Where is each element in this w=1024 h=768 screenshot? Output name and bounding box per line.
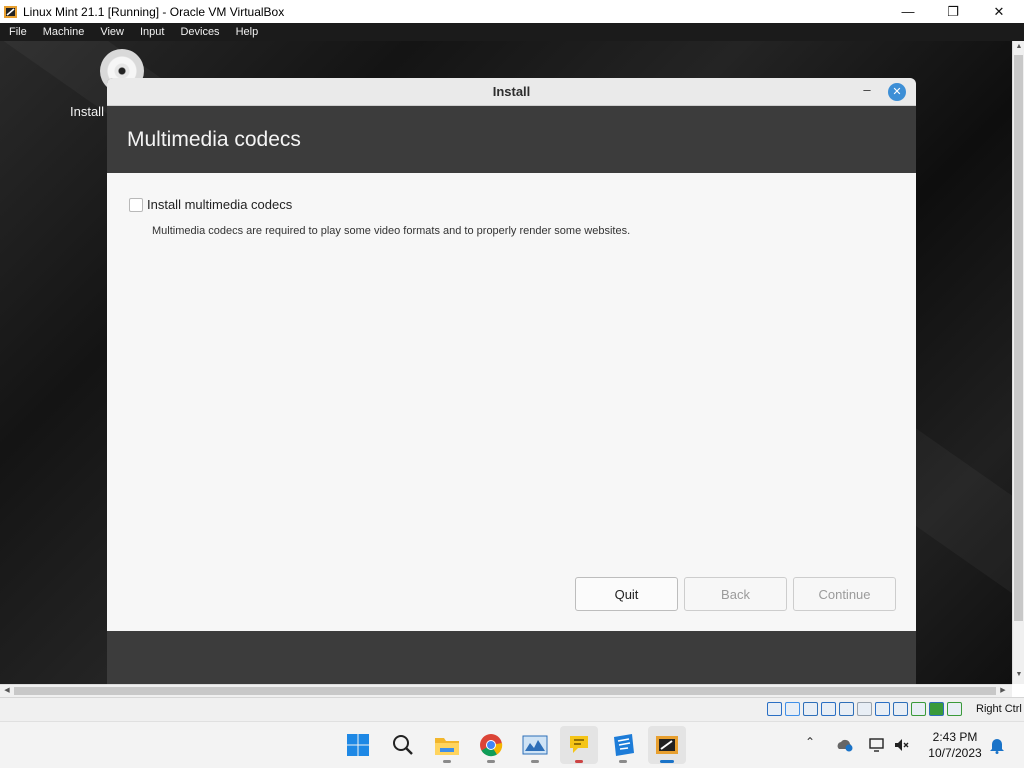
running-indicator [487, 760, 495, 763]
menu-devices[interactable]: Devices [171, 26, 226, 38]
installer-titlebar: Install – ✕ [107, 78, 916, 106]
start-button[interactable] [339, 726, 377, 764]
file-explorer-icon [435, 738, 459, 755]
virtualization-icon[interactable] [911, 702, 926, 716]
virtualbox-manager-button[interactable] [604, 726, 642, 764]
virtualbox-app-icon [3, 4, 19, 20]
status-icons [767, 702, 965, 716]
usb-icon[interactable] [839, 702, 854, 716]
active-indicator [660, 760, 674, 763]
search-icon [393, 735, 413, 755]
cpu-icon[interactable] [929, 702, 944, 716]
host-window-title: Linux Mint 21.1 [Running] - Oracle VM Vi… [23, 4, 285, 19]
audio-icon[interactable] [803, 702, 818, 716]
guest-desktop: Install Linux Mint Install – ✕ Multimedi… [0, 41, 1012, 684]
quit-button[interactable]: Quit [575, 577, 678, 611]
page-title: Multimedia codecs [127, 127, 301, 151]
horizontal-scrollbar[interactable]: ◀ ▶ [0, 684, 1012, 697]
vbox-statusbar: Right Ctrl [0, 697, 1024, 721]
desktop-icon-label: Install Linux Mint [70, 104, 110, 119]
installer-minimize-button[interactable]: – [858, 82, 876, 100]
continue-button[interactable]: Continue [793, 577, 896, 611]
volume-muted-icon[interactable] [893, 737, 909, 753]
menu-view[interactable]: View [91, 26, 131, 38]
host-minimize-button[interactable]: — [885, 0, 931, 23]
scroll-left-icon[interactable]: ◀ [2, 686, 12, 694]
vertical-scroll-thumb[interactable] [1014, 55, 1023, 621]
running-indicator [443, 760, 451, 763]
hard-disk-icon[interactable] [767, 702, 782, 716]
installer-close-button[interactable]: ✕ [888, 83, 906, 101]
installer-content: Install multimedia codecs Multimedia cod… [107, 173, 916, 631]
menu-help[interactable]: Help [227, 26, 266, 38]
menu-file[interactable]: File [0, 26, 34, 38]
taskbar: ⌃ 2:43 PM 10/7/2023 [0, 721, 1024, 768]
running-indicator [531, 760, 539, 763]
host-close-button[interactable]: ✕ [976, 0, 1022, 23]
start-icon [347, 734, 369, 756]
mouse-integration-icon[interactable] [947, 702, 962, 716]
photos-button[interactable] [516, 726, 554, 764]
display-icon[interactable] [875, 702, 890, 716]
virtualbox-manager-icon [614, 734, 634, 756]
installer-window: Install – ✕ Multimedia codecs Install mu… [107, 78, 916, 684]
chrome-icon [480, 734, 503, 757]
installer-page-header: Multimedia codecs [107, 106, 916, 173]
scroll-up-icon[interactable]: ▲ [1014, 43, 1024, 50]
host-window-titlebar: Linux Mint 21.1 [Running] - Oracle VM Vi… [0, 0, 1024, 23]
clock-time: 2:43 PM [932, 730, 978, 744]
network-icon[interactable] [868, 737, 884, 753]
taskbar-search-button[interactable] [384, 726, 422, 764]
optical-drive-icon[interactable] [785, 702, 800, 716]
host-key-label: Right Ctrl [976, 703, 1022, 715]
system-clock[interactable]: 2:43 PM 10/7/2023 [920, 729, 990, 761]
vbox-menubar: File Machine View Input Devices Help [0, 23, 1024, 41]
scroll-down-icon[interactable]: ▼ [1014, 671, 1024, 678]
codecs-description: Multimedia codecs are required to play s… [152, 225, 631, 237]
network-icon[interactable] [821, 702, 836, 716]
host-maximize-button[interactable]: ❐ [930, 0, 976, 23]
vertical-scrollbar[interactable]: ▲ ▼ [1012, 41, 1024, 684]
codecs-option[interactable]: Install multimedia codecs [129, 197, 292, 212]
codecs-checkbox-label[interactable]: Install multimedia codecs [147, 197, 292, 212]
virtualbox-vm-button[interactable] [648, 726, 686, 764]
shared-folders-icon[interactable] [857, 702, 872, 716]
horizontal-scroll-thumb[interactable] [14, 687, 996, 695]
back-button[interactable]: Back [684, 577, 787, 611]
notification-bell-icon[interactable] [989, 736, 1005, 754]
codecs-checkbox[interactable] [129, 197, 143, 212]
menu-machine[interactable]: Machine [34, 26, 92, 38]
file-explorer-button[interactable] [428, 726, 466, 764]
installer-window-title: Install [492, 84, 531, 99]
tray-overflow-icon[interactable]: ⌃ [805, 735, 815, 749]
feedback-button[interactable] [560, 726, 598, 764]
onedrive-icon[interactable] [836, 737, 853, 753]
scroll-right-icon[interactable]: ▶ [998, 686, 1008, 694]
menu-input[interactable]: Input [131, 26, 171, 38]
virtualbox-vm-icon [656, 736, 678, 754]
photos-icon [522, 735, 548, 755]
running-indicator [619, 760, 627, 763]
running-indicator [575, 760, 583, 763]
chrome-button[interactable] [472, 726, 510, 764]
feedback-icon [570, 736, 588, 753]
clock-date: 10/7/2023 [928, 746, 982, 760]
video-capture-icon[interactable] [893, 702, 908, 716]
